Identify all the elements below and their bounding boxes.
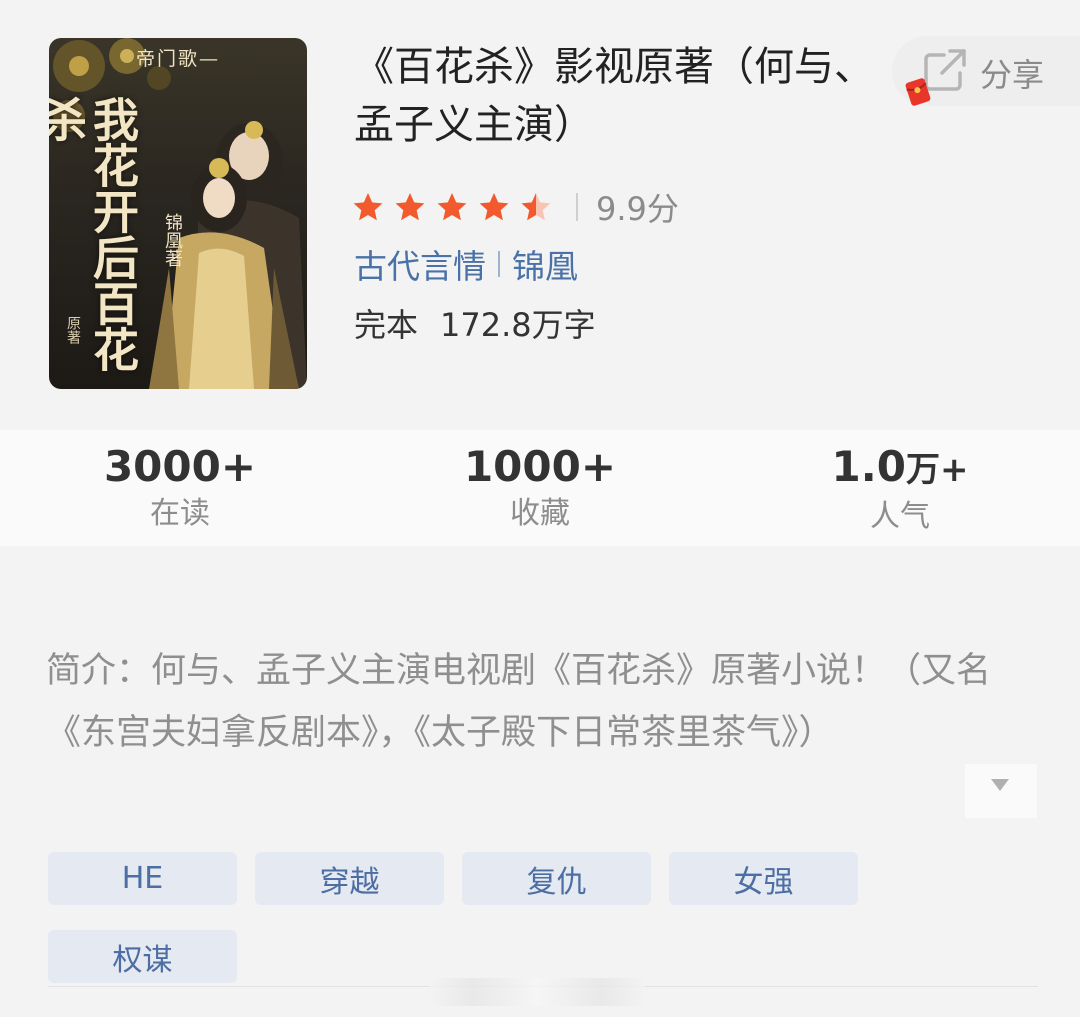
rating-row: 9.9分 xyxy=(352,187,679,228)
cover-note-art: 原著 xyxy=(65,316,81,344)
star-full-icon xyxy=(353,193,383,221)
author-link[interactable]: 锦凰 xyxy=(512,240,578,288)
tag-item[interactable]: 女强 xyxy=(669,852,858,905)
tag-item[interactable]: HE xyxy=(48,852,237,905)
star-full-icon xyxy=(479,193,509,221)
book-title: 《百花杀》影视原著（何与、孟子义主演） xyxy=(354,44,874,148)
book-status-row: 完本 172.8万字 xyxy=(354,300,596,346)
stats-band: 3000+ 在读 1000+ 收藏 1.0万+ 人气 xyxy=(0,430,1080,546)
star-full-icon xyxy=(395,193,425,221)
synopsis-text[interactable]: 简介：何与、孟子义主演电视剧《百花杀》原著小说！（又名《东宫夫妇拿反剧本》，《太… xyxy=(46,640,1041,764)
book-status: 完本 xyxy=(354,306,419,344)
blurred-strip xyxy=(430,978,645,1006)
stat-popularity: 1.0万+ 人气 xyxy=(720,430,1080,546)
rating-score: 9.9分 xyxy=(596,190,679,228)
red-packet-icon xyxy=(905,78,931,106)
expand-synopsis-button[interactable] xyxy=(965,764,1037,818)
chevron-down-icon xyxy=(991,779,1009,791)
category-author-row: 古代言情 锦凰 xyxy=(354,240,578,288)
tag-list: HE 穿越 复仇 女强 权谋 xyxy=(48,852,878,983)
word-count: 172.8万字 xyxy=(440,306,596,344)
star-half-icon xyxy=(521,193,551,221)
cover-series-text: 帝门歌— xyxy=(135,48,220,70)
stat-value: 1.0万+ xyxy=(720,442,1080,495)
stat-reading: 3000+ 在读 xyxy=(0,430,360,546)
rating-stars xyxy=(352,191,552,223)
book-cover[interactable]: 帝门歌— 我花开后百花杀 锦凰著 原著 xyxy=(49,38,307,389)
category-link[interactable]: 古代言情 xyxy=(354,240,486,288)
stat-label: 收藏 xyxy=(510,496,570,531)
stat-unit: 万+ xyxy=(905,450,969,490)
tag-item[interactable]: 复仇 xyxy=(462,852,651,905)
meta-divider xyxy=(498,251,500,277)
share-button[interactable]: 分享 xyxy=(892,36,1080,106)
stat-label: 人气 xyxy=(870,499,930,534)
cover-title-art: 我花开后百花杀 xyxy=(49,96,140,372)
book-detail-page: 帝门歌— 我花开后百花杀 锦凰著 原著 《百花杀》影视原著（何与、孟子义主演） … xyxy=(0,0,1080,1017)
stat-number: 1.0 xyxy=(831,442,906,491)
tag-item[interactable]: 权谋 xyxy=(48,930,237,983)
rating-divider xyxy=(576,193,578,221)
stat-label: 在读 xyxy=(150,496,210,531)
tag-item[interactable]: 穿越 xyxy=(255,852,444,905)
cover-author-art: 锦凰著 xyxy=(162,213,183,267)
stat-value: 3000+ xyxy=(103,442,257,491)
stat-value: 1000+ xyxy=(463,442,617,491)
star-full-icon xyxy=(437,193,467,221)
share-label: 分享 xyxy=(980,56,1045,94)
stat-favorites: 1000+ 收藏 xyxy=(360,430,720,546)
